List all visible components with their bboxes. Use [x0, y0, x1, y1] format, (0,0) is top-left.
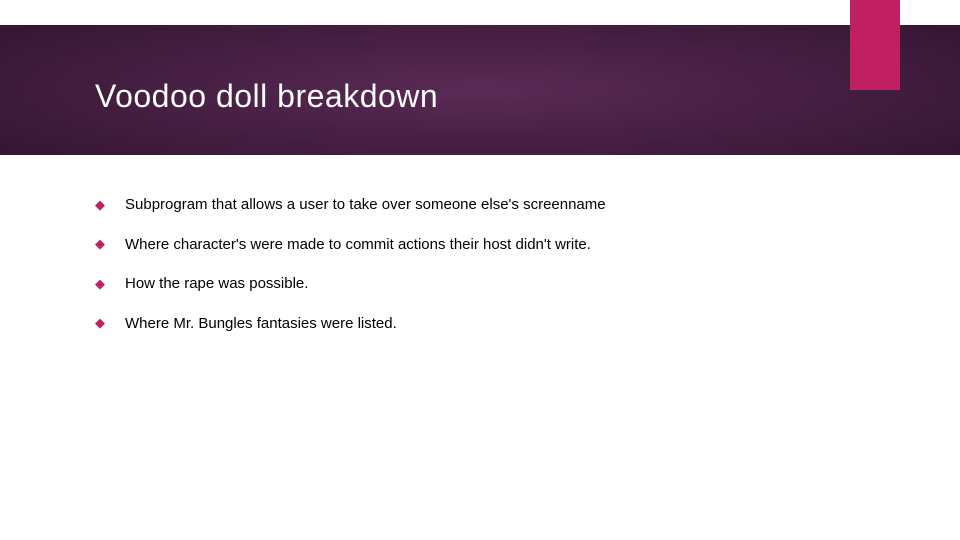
- bullet-text: Where character's were made to commit ac…: [125, 235, 591, 255]
- diamond-bullet-icon: ◆: [95, 315, 105, 331]
- bullet-text: How the rape was possible.: [125, 274, 308, 294]
- list-item: ◆ Where character's were made to commit …: [95, 235, 900, 255]
- bullet-text: Where Mr. Bungles fantasies were listed.: [125, 314, 397, 334]
- bullet-list: ◆ Subprogram that allows a user to take …: [95, 195, 900, 353]
- diamond-bullet-icon: ◆: [95, 197, 105, 213]
- list-item: ◆ Where Mr. Bungles fantasies were liste…: [95, 314, 900, 334]
- diamond-bullet-icon: ◆: [95, 276, 105, 292]
- accent-tab: [850, 0, 900, 90]
- bullet-text: Subprogram that allows a user to take ov…: [125, 195, 606, 215]
- list-item: ◆ How the rape was possible.: [95, 274, 900, 294]
- list-item: ◆ Subprogram that allows a user to take …: [95, 195, 900, 215]
- slide-title: Voodoo doll breakdown: [95, 78, 438, 115]
- diamond-bullet-icon: ◆: [95, 236, 105, 252]
